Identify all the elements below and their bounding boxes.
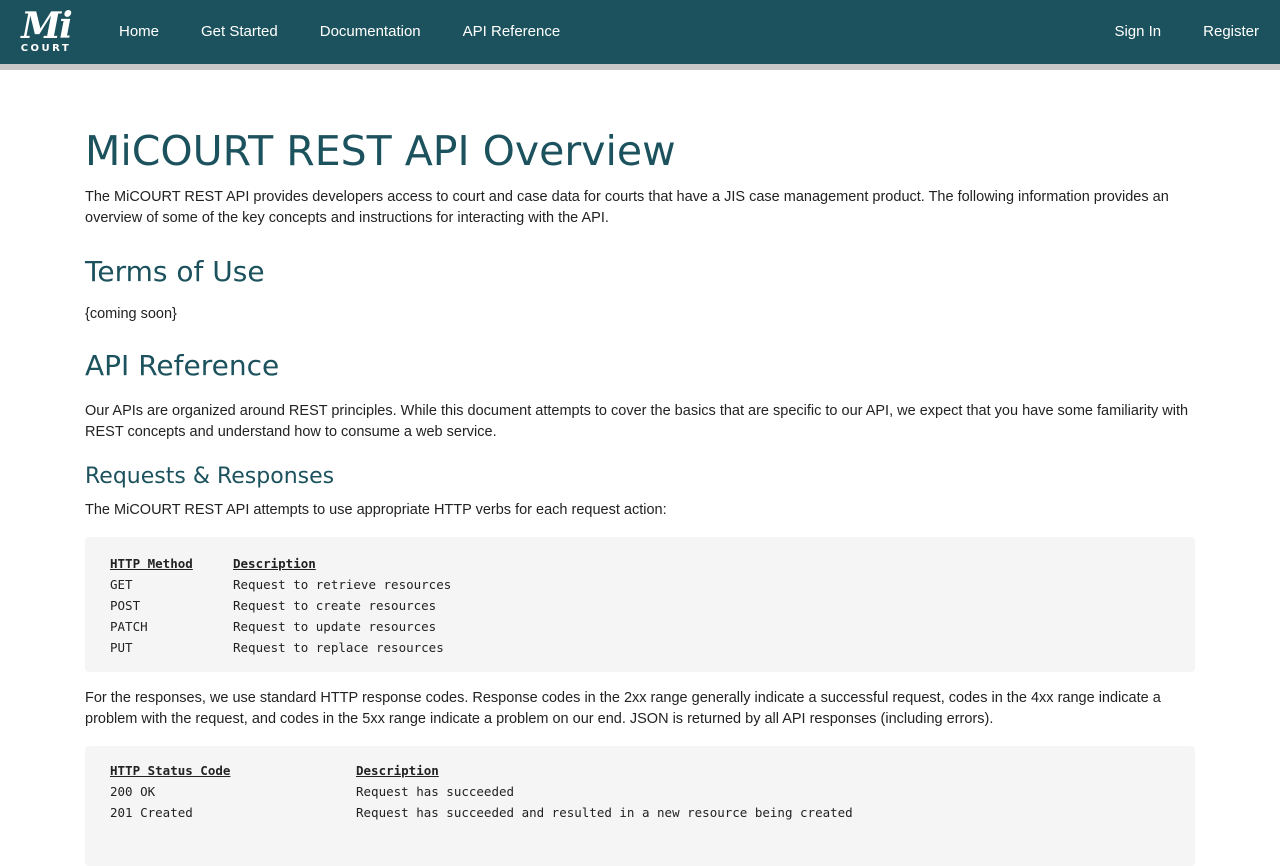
description-cell: Request to replace resources [233,640,444,655]
main-content: MiCOURT REST API Overview The MiCOURT RE… [0,126,1280,866]
status-cell: 201 Created [110,805,193,820]
nav-api-reference[interactable]: API Reference [442,0,582,64]
main-nav: Home Get Started Documentation API Refer… [98,0,581,64]
micourt-logo[interactable]: Mi COURT [18,6,74,58]
description-cell: Request to create resources [233,598,437,613]
sign-in-link[interactable]: Sign In [1093,0,1182,64]
table-row: GET Request to retrieve resources [110,574,1170,595]
table-row: PATCH Request to update resources [110,616,1170,637]
table-row: 200 OK Request has succeeded [110,781,1170,802]
http-status-table: HTTP Status Code Description 200 OK Requ… [85,746,1195,866]
table-row: PUT Request to replace resources [110,637,1170,658]
register-link[interactable]: Register [1182,0,1280,64]
method-cell: PUT [110,640,133,655]
column-header: Description [356,763,439,778]
terms-text: {coming soon} [85,306,177,322]
requests-responses-heading: Requests & Responses [85,464,335,489]
method-cell: GET [110,577,133,592]
status-cell: 200 OK [110,784,156,799]
table-row: POST Request to create resources [110,595,1170,616]
column-header: Description [233,556,316,571]
table-row: 201 Created Request has succeeded and re… [110,802,1170,823]
table-header-row: HTTP Status Code Description [110,760,1170,781]
account-nav: Sign In Register [1093,0,1280,64]
method-cell: PATCH [110,619,148,634]
nav-home[interactable]: Home [98,0,180,64]
nav-documentation[interactable]: Documentation [299,0,442,64]
logo-court: COURT [20,42,72,54]
column-header: HTTP Method [110,556,193,571]
top-navbar: Mi COURT Home Get Started Documentation … [0,0,1280,70]
column-header: HTTP Status Code [110,763,231,778]
description-cell: Request to retrieve resources [233,577,452,592]
description-cell: Request has succeeded and resulted in a … [356,805,853,820]
responses-text: For the responses, we use standard HTTP … [85,690,1161,727]
logo-mi: Mi [21,4,73,47]
description-cell: Request has succeeded [356,784,515,799]
intro-text: The MiCOURT REST API provides developers… [85,189,1169,226]
api-reference-text: Our APIs are organized around REST princ… [85,403,1189,440]
api-reference-heading: API Reference [85,349,280,382]
http-methods-table: HTTP Method Description GET Request to r… [85,537,1195,672]
page-title: MiCOURT REST API Overview [85,127,676,175]
description-cell: Request to update resources [233,619,437,634]
terms-heading: Terms of Use [85,255,265,288]
requests-text: The MiCOURT REST API attempts to use app… [85,502,667,518]
method-cell: POST [110,598,141,613]
table-header-row: HTTP Method Description [110,553,1170,574]
nav-get-started[interactable]: Get Started [180,0,299,64]
